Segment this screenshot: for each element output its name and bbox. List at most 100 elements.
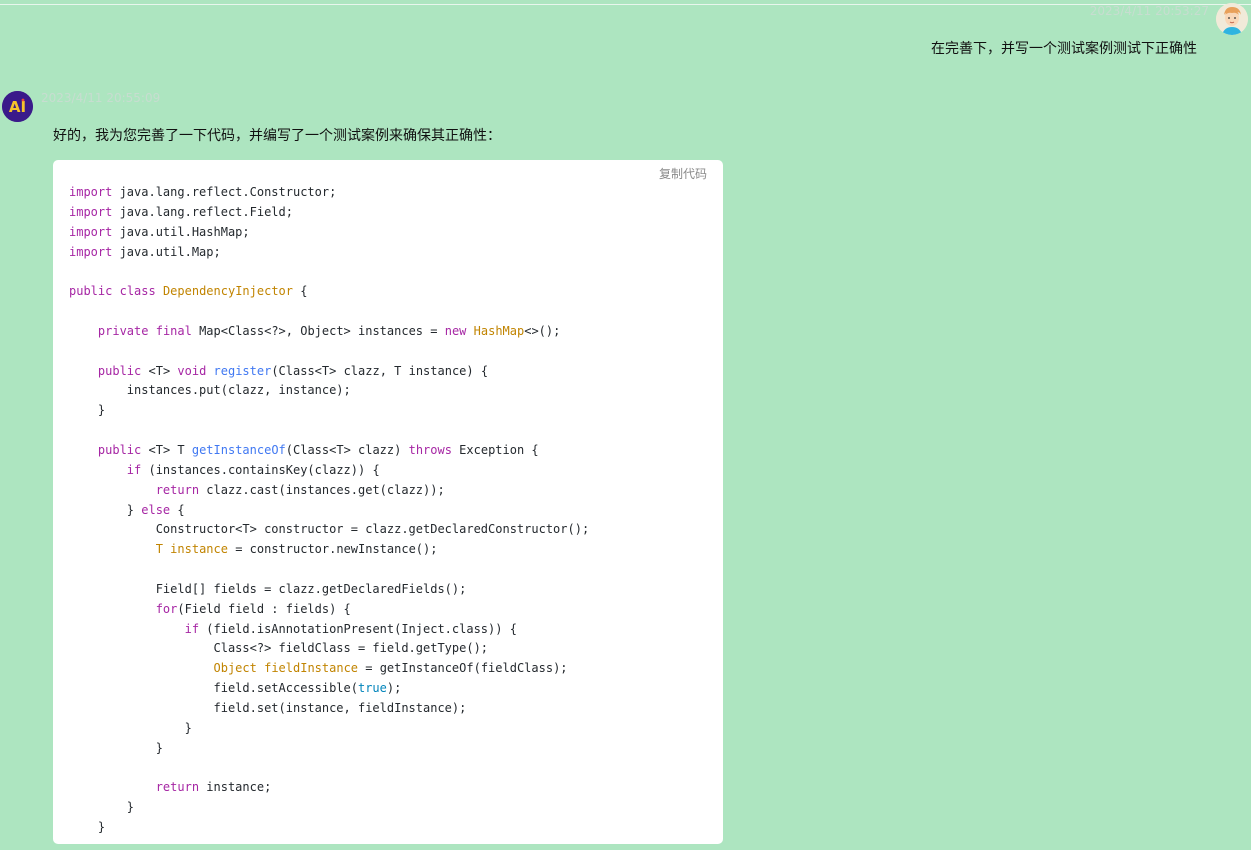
top-divider (0, 4, 1251, 5)
code-token: } (69, 740, 163, 755)
code-token: import (69, 224, 113, 239)
code-block: 复制代码 import java.lang.reflect.Constructo… (53, 160, 723, 844)
code-line: ​ (69, 302, 589, 322)
code-token: public (97, 442, 142, 457)
code-token: if (184, 621, 200, 636)
code-token: Field[] fields = clazz.getDeclaredFields… (69, 581, 467, 596)
code-token: class (119, 284, 156, 299)
code-token: (Class<T> clazz, T instance) { (271, 363, 489, 378)
code-line: } (69, 818, 589, 838)
code-token: { (293, 284, 308, 299)
code-line: Field[] fields = clazz.getDeclaredFields… (69, 580, 589, 600)
code-token: instances.put(clazz, instance); (69, 383, 351, 398)
code-token: } (69, 403, 106, 418)
code-token: Exception { (451, 442, 539, 457)
user-message-text: 在完善下，并写一个测试案例测试下正确性 (931, 41, 1197, 57)
code-line: return clazz.cast(instances.get(clazz)); (69, 481, 589, 501)
code-content: import java.lang.reflect.Constructor; imp… (69, 183, 589, 838)
code-line: public <T> void register(Class<T> clazz,… (69, 362, 589, 382)
code-token: for (155, 601, 178, 616)
code-token: (Class<T> clazz) (285, 442, 409, 457)
code-token: { (170, 502, 185, 517)
code-token: <>(); (524, 323, 561, 338)
code-token: fieldInstance (264, 661, 359, 676)
code-line: import java.util.HashMap; (69, 223, 589, 243)
code-line: for(Field field : fields) { (69, 600, 589, 620)
code-token: final (155, 323, 192, 338)
user-message-timestamp: 2023/4/11 20:53:27 (1089, 4, 1209, 18)
code-token: instance; (199, 780, 272, 795)
code-token: java.util.HashMap; (112, 224, 250, 239)
code-token: (field.isAnnotationPresent(Inject.class)… (199, 621, 517, 636)
ai-message-intro: 好的，我为您完善了一下代码，并编写了一个测试案例来确保其正确性： (53, 128, 501, 144)
ai-logo-mark: AI (2, 91, 33, 122)
code-token: return (155, 780, 200, 795)
code-token: import (69, 244, 113, 259)
code-line: Object fieldInstance = getInstanceOf(fie… (69, 659, 589, 679)
ai-message-timestamp: 2023/4/11 20:55:09 (41, 91, 161, 105)
ai-logo-icon[interactable]: AI (2, 91, 33, 122)
code-token: register (213, 363, 272, 378)
user-avatar-icon[interactable] (1216, 3, 1248, 35)
code-line: T instance = constructor.newInstance(); (69, 540, 589, 560)
code-line: ​ (69, 560, 589, 580)
code-line: } (69, 739, 589, 759)
code-token: if (126, 462, 142, 477)
code-token: void (177, 363, 207, 378)
code-line: } else { (69, 501, 589, 521)
code-line: import java.util.Map; (69, 243, 589, 263)
code-line: if (instances.containsKey(clazz)) { (69, 461, 589, 481)
code-line: if (field.isAnnotationPresent(Inject.cla… (69, 620, 589, 640)
code-token: getInstanceOf (191, 442, 286, 457)
code-token: instance (170, 542, 228, 557)
code-token: java.lang.reflect.Constructor; (112, 185, 337, 199)
code-line: } (69, 401, 589, 421)
copy-code-button[interactable]: 复制代码 (659, 165, 707, 182)
code-token: (instances.containsKey(clazz)) { (141, 462, 380, 477)
code-line: Class<?> fieldClass = field.getType(); (69, 639, 589, 659)
code-token: else (141, 502, 171, 517)
code-token: import (69, 185, 113, 199)
code-token: Object (213, 661, 257, 676)
code-line: field.set(instance, fieldInstance); (69, 699, 589, 719)
code-token: = getInstanceOf(fieldClass); (358, 661, 568, 676)
code-line: } (69, 798, 589, 818)
code-token: Map<Class<?>, Object> instances = (191, 323, 445, 338)
user-avatar-illustration (1216, 3, 1248, 35)
code-line: public <T> T getInstanceOf(Class<T> claz… (69, 441, 589, 461)
code-token: <T> (141, 363, 178, 378)
code-line: import java.lang.reflect.Constructor; (69, 183, 589, 203)
code-token: } (69, 502, 142, 517)
code-token: } (69, 820, 106, 834)
code-token: java.lang.reflect.Field; (112, 204, 293, 219)
code-token: throws (408, 442, 452, 457)
code-token: DependencyInjector (162, 284, 293, 299)
code-token: Class<?> fieldClass = field.getType(); (69, 641, 489, 656)
code-line: } (69, 719, 589, 739)
code-token: import (69, 204, 113, 219)
code-line: ​ (69, 342, 589, 362)
code-token: field.setAccessible( (69, 681, 358, 696)
code-line: ​ (69, 758, 589, 778)
code-token: Constructor<T> constructor = clazz.getDe… (69, 522, 590, 537)
code-line: public class DependencyInjector { (69, 282, 589, 302)
code-line: field.setAccessible(true); (69, 679, 589, 699)
code-line: private final Map<Class<?>, Object> inst… (69, 322, 589, 342)
code-line: ​ (69, 262, 589, 282)
code-line: return instance; (69, 778, 589, 798)
code-line: ​ (69, 421, 589, 441)
code-token: ); (386, 681, 402, 696)
